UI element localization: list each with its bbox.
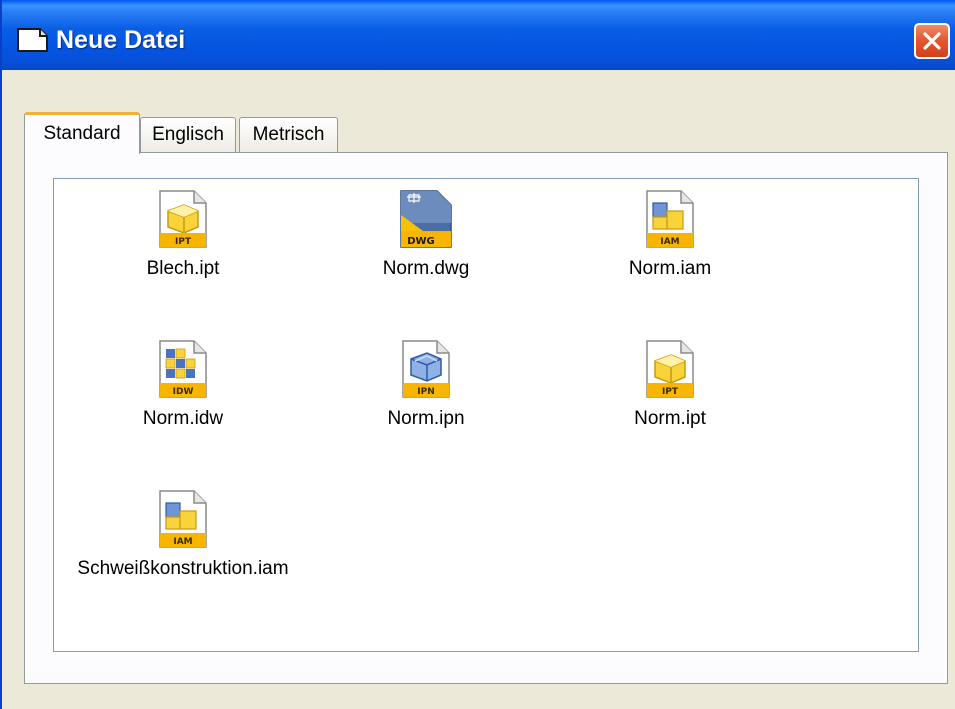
file-item-norm-idw[interactable]: IDW Norm.idw <box>58 339 308 430</box>
file-item-schweisskonstruktion-iam[interactable]: IAM Schweißkonstruktion.iam <box>58 489 308 580</box>
close-button[interactable] <box>914 23 950 59</box>
ipt-part-icon: IPT <box>159 190 207 248</box>
window-title: Neue Datei <box>56 26 186 54</box>
idw-drawing-icon: IDW <box>159 340 207 398</box>
file-icon-badge: IPT <box>662 387 679 397</box>
file-icon-badge: IPN <box>417 387 434 397</box>
file-item-norm-iam[interactable]: IAM Norm.iam <box>545 189 795 280</box>
iam-assembly-icon: IAM <box>159 490 207 548</box>
title-bar[interactable]: Neue Datei <box>2 0 955 70</box>
file-name: Norm.ipt <box>634 408 706 429</box>
file-item-blech-ipt[interactable]: IPT Blech.ipt <box>58 189 308 280</box>
file-name: Norm.idw <box>142 408 224 429</box>
file-icon-badge: IAM <box>173 537 192 547</box>
tab-standard[interactable]: Standard <box>24 112 140 154</box>
new-file-dialog: Neue Datei Standard Englisch Metrisch IP… <box>0 0 955 709</box>
file-icon-badge: IPT <box>175 237 192 247</box>
close-icon <box>923 32 941 50</box>
file-item-norm-dwg[interactable]: DWG Norm.dwg <box>301 189 551 280</box>
tab-englisch[interactable]: Englisch <box>140 117 236 153</box>
file-icon-badge: IDW <box>173 387 194 397</box>
file-name: Norm.dwg <box>382 258 470 279</box>
file-item-norm-ipn[interactable]: IPN Norm.ipn <box>301 339 551 430</box>
file-name: Norm.iam <box>628 258 712 279</box>
ipn-presentation-icon: IPN <box>402 340 450 398</box>
ipt-part-icon: IPT <box>646 340 694 398</box>
tab-metrisch[interactable]: Metrisch <box>239 117 338 153</box>
file-item-norm-ipt[interactable]: IPT Norm.ipt <box>545 339 795 430</box>
file-name: Blech.ipt <box>146 258 220 279</box>
iam-assembly-icon: IAM <box>646 190 694 248</box>
file-name: Schweißkonstruktion.iam <box>77 558 289 579</box>
file-template-list[interactable]: IPT Blech.ipt DWG Norm.dwg IAM Norm.iam … <box>53 178 919 652</box>
file-icon-badge: IAM <box>660 237 679 247</box>
dwg-drawing-icon: DWG <box>400 190 452 248</box>
new-document-icon <box>17 28 48 52</box>
file-icon-badge: DWG <box>407 236 435 247</box>
file-name: Norm.ipn <box>387 408 465 429</box>
